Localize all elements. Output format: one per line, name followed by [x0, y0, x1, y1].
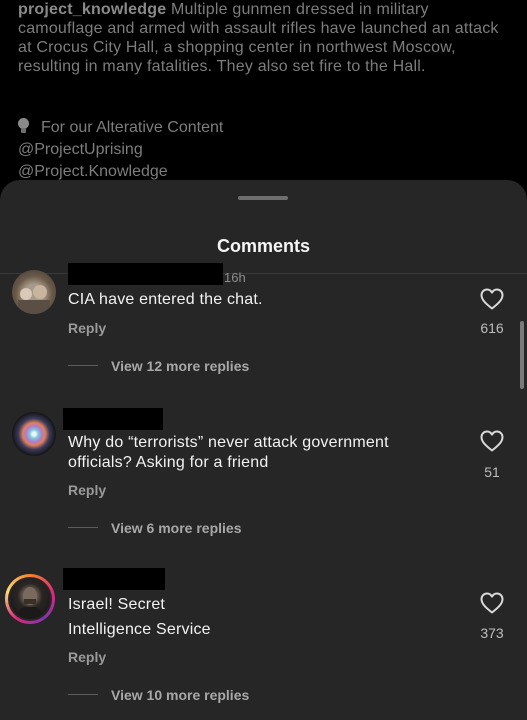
caption-promo-text: For our Alterative Content	[41, 119, 224, 136]
commenter-avatar-story-ring[interactable]	[5, 574, 55, 624]
like-count: 373	[480, 625, 504, 641]
redacted-username	[63, 408, 163, 430]
redacted-username	[68, 263, 223, 285]
comment-text-line1: Israel! Secret	[68, 596, 166, 613]
comment-text-line2: officials? Asking for a friend	[68, 454, 269, 471]
comment-text-line1: Why do “terrorists” never attack governm…	[68, 434, 389, 451]
reply-button[interactable]: Reply	[68, 649, 106, 665]
reply-button[interactable]: Reply	[68, 320, 106, 336]
view-more-replies[interactable]: View 12 more replies	[111, 358, 249, 374]
scrollbar-thumb[interactable]	[520, 321, 524, 389]
view-replies-line	[68, 694, 98, 695]
commenter-avatar[interactable]	[12, 412, 56, 456]
reply-button[interactable]: Reply	[68, 482, 106, 498]
comment-text: CIA have entered the chat.	[68, 291, 263, 308]
like-count: 616	[480, 320, 504, 336]
caption-promo: For our Alterative Content	[18, 118, 223, 137]
commenter-avatar[interactable]	[12, 270, 56, 314]
caption-username[interactable]: project_knowledge	[18, 1, 166, 18]
comments-sheet: Comments 16h CIA have entered the chat. …	[0, 180, 527, 720]
view-more-replies[interactable]: View 6 more replies	[111, 520, 241, 536]
sheet-drag-handle[interactable]	[238, 196, 288, 200]
view-more-replies[interactable]: View 10 more replies	[111, 687, 249, 703]
caption-handle-uprising[interactable]: @ProjectUprising	[18, 140, 143, 159]
caption-handle-knowledge[interactable]: @Project.Knowledge	[18, 162, 168, 181]
comment-time: 16h	[224, 270, 246, 285]
post-caption: project_knowledge Multiple gunmen dresse…	[18, 0, 513, 76]
heart-outline-icon[interactable]	[480, 592, 504, 614]
heart-outline-icon[interactable]	[480, 430, 504, 452]
view-replies-line	[68, 365, 98, 366]
lightbulb-icon	[18, 118, 29, 134]
redacted-username	[63, 568, 165, 590]
sheet-title: Comments	[216, 236, 310, 256]
like-count: 51	[484, 464, 500, 480]
comment-text-line2: Intelligence Service	[68, 621, 211, 638]
view-replies-line	[68, 527, 98, 528]
heart-outline-icon[interactable]	[480, 288, 504, 310]
